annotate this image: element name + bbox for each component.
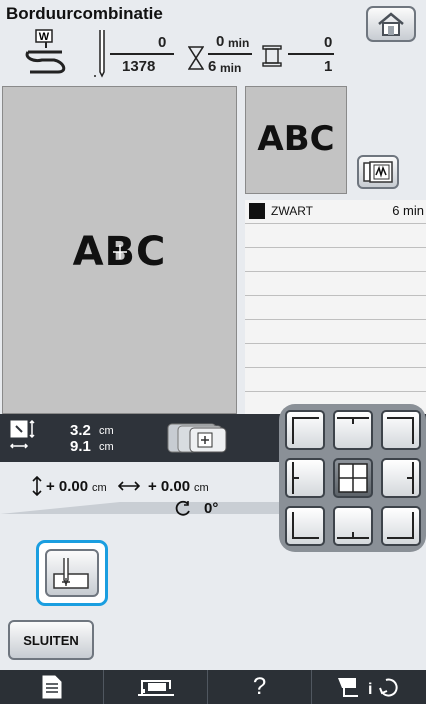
thread-color-time: 6 min (392, 203, 424, 218)
pattern-width: 9.1 (70, 438, 91, 455)
needle-drop-point-icon (53, 558, 89, 589)
embroidery-preview: ABC (2, 86, 237, 414)
list-item (245, 224, 426, 248)
position-middle-left-button[interactable] (285, 458, 325, 498)
time-total: 6 (208, 58, 217, 75)
center-mark-icon (113, 245, 127, 259)
spool-icon (262, 45, 282, 67)
corner-top-right-icon (387, 417, 414, 444)
position-bottom-left-button[interactable] (285, 506, 325, 546)
svg-text:W: W (39, 31, 50, 43)
edge-bottom-icon (337, 532, 369, 539)
embroidery-unit-icon: W (24, 28, 68, 76)
thumbnail-design-text: ABC (257, 119, 335, 159)
time-done: 0 (216, 33, 225, 50)
help-button[interactable]: ? (208, 670, 312, 704)
list-item (245, 320, 426, 344)
svg-text:i: i (368, 681, 372, 698)
embroidery-frame-icon (363, 161, 393, 183)
position-middle-right-button[interactable] (381, 458, 421, 498)
machine-settings-icon: i (338, 678, 398, 698)
color-total: 1 (324, 58, 333, 75)
stitch-count-done: 0 (158, 34, 167, 51)
list-item (245, 344, 426, 368)
frame-size-button[interactable] (166, 422, 228, 454)
start-point-button[interactable] (36, 540, 108, 606)
list-item: ZWART 6 min (245, 200, 426, 224)
time-done-unit: min (228, 36, 250, 50)
position-top-center-button[interactable] (333, 410, 373, 450)
position-bottom-right-button[interactable] (381, 506, 421, 546)
needle-icon (94, 30, 105, 78)
color-done: 0 (324, 34, 333, 51)
design-thumbnail: ABC (245, 86, 347, 194)
edge-left-icon (292, 462, 299, 494)
position-bottom-center-button[interactable] (333, 506, 373, 546)
pattern-list-button[interactable] (0, 670, 104, 704)
settings-button[interactable]: i (312, 670, 426, 704)
rotate-icon (175, 500, 190, 516)
needle-position-grid (279, 404, 426, 552)
vertical-offset-value: + 0.00 (46, 478, 89, 495)
frame-display-button[interactable] (357, 155, 399, 189)
bottom-toolbar: ? i (0, 670, 426, 704)
corner-top-left-icon (292, 417, 319, 444)
corner-bottom-left-icon (292, 512, 319, 539)
stitch-count-total: 1378 (122, 58, 156, 75)
thread-color-name: ZWART (271, 204, 313, 218)
close-button[interactable]: SLUITEN (8, 620, 94, 660)
frame-size-icon (167, 423, 227, 453)
list-item (245, 368, 426, 392)
edge-right-icon (407, 462, 414, 494)
list-item (245, 248, 426, 272)
vertical-move-icon (32, 476, 42, 496)
sewing-machine-icon (137, 680, 174, 696)
horizontal-move-icon (118, 481, 140, 491)
time-total-unit: min (220, 61, 242, 75)
position-center-button[interactable] (333, 458, 373, 498)
pattern-height-unit: cm (99, 425, 114, 437)
home-icon (378, 12, 404, 36)
thread-color-swatch (249, 203, 265, 219)
thread-color-list: ZWART 6 min (245, 200, 426, 414)
vertical-offset-unit: cm (92, 482, 107, 494)
horizontal-offset-value: + 0.00 (148, 478, 191, 495)
document-icon (42, 675, 61, 699)
center-cross-icon (338, 463, 368, 493)
corner-bottom-right-icon (387, 512, 414, 539)
list-item (245, 272, 426, 296)
pattern-height: 3.2 (70, 422, 91, 439)
pattern-width-unit: cm (99, 441, 114, 453)
list-item (245, 296, 426, 320)
position-top-left-button[interactable] (285, 410, 325, 450)
horizontal-offset-unit: cm (194, 482, 209, 494)
position-top-right-button[interactable] (381, 410, 421, 450)
sewing-machine-button[interactable] (104, 670, 208, 704)
pattern-size-icon (10, 420, 35, 449)
panel-divider (0, 502, 280, 514)
hourglass-icon (188, 46, 204, 70)
rotation-value: 0° (204, 500, 219, 517)
stitch-info-bar: 0 1378 0 min 6 min 0 1 (92, 28, 362, 80)
page-title: Borduurcombinatie (6, 4, 163, 23)
home-button[interactable] (366, 6, 416, 42)
edge-top-icon (337, 417, 369, 424)
